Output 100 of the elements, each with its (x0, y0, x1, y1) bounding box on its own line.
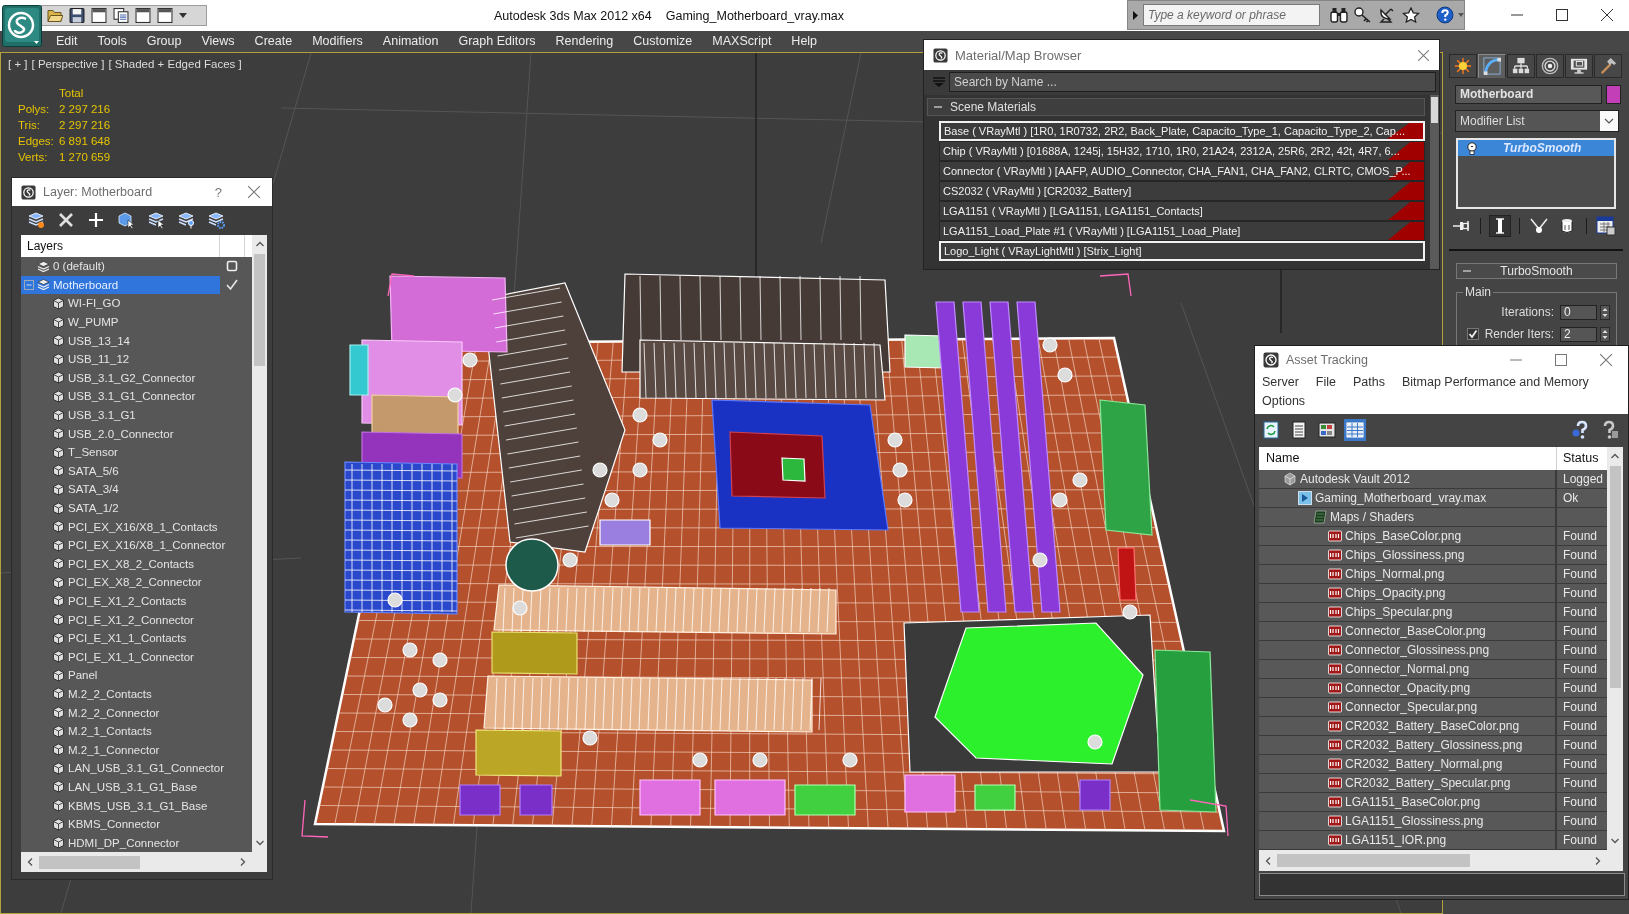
viewport-menu-label[interactable]: [ + ] (8, 57, 28, 71)
scroll-thumb[interactable] (1277, 854, 1470, 867)
refresh-icon[interactable] (1260, 419, 1282, 441)
horizontal-scrollbar[interactable] (21, 852, 252, 872)
material-item[interactable]: CS2032 ( VRayMtl ) [CR2032_Battery] (939, 181, 1425, 201)
expand-arrow-icon[interactable] (1133, 10, 1138, 20)
window-frame-icon[interactable] (157, 8, 173, 23)
layer-item[interactable]: WI-FI_GO (21, 294, 252, 313)
add-icon[interactable] (87, 211, 105, 229)
scroll-thumb[interactable] (1431, 97, 1438, 123)
layer-item[interactable]: LAN_USB_3.1_G1_Base (21, 777, 252, 797)
checkmark-icon[interactable] (226, 278, 238, 291)
scroll-left-icon[interactable] (26, 857, 34, 867)
asset-row[interactable]: Chips_Normal.png Found (1259, 565, 1607, 584)
save-icon[interactable] (69, 8, 85, 23)
layer-item[interactable]: SATA_1/2 (21, 498, 252, 518)
menu-item[interactable]: Rendering (545, 31, 624, 52)
layer-item[interactable]: Motherboard (21, 275, 220, 295)
asset-row[interactable]: CR2032_Battery_Normal.png Found (1259, 755, 1607, 774)
panel-tab[interactable] (1478, 54, 1506, 78)
asset-row[interactable]: Chips_Specular.png Found (1259, 603, 1607, 622)
asset-row[interactable]: Chips_BaseColor.png Found (1259, 527, 1607, 546)
viewport-menu-label[interactable]: [ Shaded + Edged Faces ] (108, 57, 242, 71)
search-field[interactable]: Search by Name ... (949, 71, 1436, 92)
layer-item[interactable]: KBMS_Connector (21, 814, 252, 834)
layer-item[interactable]: PCI_E_X1_2_Connector (21, 610, 252, 629)
maximize-icon[interactable] (1556, 9, 1568, 21)
square-icon[interactable] (226, 260, 238, 273)
asset-row[interactable]: CR2032_Battery_Glossiness.png Found (1259, 736, 1607, 755)
layer-item[interactable]: USB_13_14 (21, 331, 252, 350)
scroll-down-icon[interactable] (1610, 837, 1620, 845)
asset-row[interactable]: CR2032_Battery_BaseColor.png Found (1259, 717, 1607, 736)
layer-item[interactable]: M.2_1_Connector (21, 740, 252, 760)
color-swatch-icon[interactable] (1606, 85, 1621, 104)
asset-row[interactable]: Connector_Glossiness.png Found (1259, 641, 1607, 660)
panel-tab[interactable] (1536, 54, 1564, 78)
window-frame-icon[interactable] (91, 8, 107, 23)
layer-item[interactable]: USB_11_12 (21, 349, 252, 369)
cube-cursor-icon[interactable] (117, 211, 135, 229)
panel-tab[interactable] (1507, 54, 1535, 78)
spinner-arrows-icon[interactable] (1600, 326, 1610, 342)
layer-item[interactable]: PCI_EX_X8_2_Connector (21, 573, 252, 592)
layer-item[interactable]: W_PUMP (21, 312, 252, 332)
layer-item[interactable]: PCI_EX_X16/X8_1_Connector (21, 535, 252, 555)
group-header[interactable]: Scene Materials (927, 98, 1425, 116)
material-item[interactable]: Logo_Light ( VRayLightMtl ) [Strix_Light] (939, 241, 1425, 261)
asset-row[interactable]: Connector_Opacity.png Found (1259, 679, 1607, 698)
layer-item[interactable]: USB_3.1_G2_Connector (21, 368, 252, 388)
horizontal-scrollbar[interactable] (1259, 850, 1607, 871)
asset-row[interactable]: Gaming_Motherboard_vray.max Ok (1259, 489, 1607, 508)
menu-item[interactable]: Bitmap Performance and Memory (1401, 374, 1589, 390)
viewport-menu-label[interactable]: [ Perspective ] (31, 57, 105, 71)
material-item[interactable]: LGA1151_Load_Plate #1 ( VRayMtl ) [LGA1151_Load_Plate] (939, 221, 1425, 241)
material-item[interactable]: Chip ( VRayMtl ) [01688A, 1245j, 15H32, 1710, 1R0, 21A24, 2312A, 25R6, 2R2, 42t, 4R7, 6... (939, 141, 1425, 161)
scroll-up-icon[interactable] (1610, 452, 1620, 460)
material-item[interactable]: Base ( VRayMtl ) [1R0, 1R0732, 2R2, Back_Plate, Capacito_Type_1, Capacito_Type_2, Cap... (939, 121, 1425, 141)
binoculars-icon[interactable] (1330, 7, 1349, 23)
layer-item[interactable]: USB_3.1_G1_Connector (21, 387, 252, 406)
asset-row[interactable]: LGA1151_IOR.png Found (1259, 831, 1607, 850)
layer-stack-dot-icon[interactable] (27, 211, 45, 229)
star-icon[interactable] (1402, 7, 1421, 23)
layer-stack-pin-icon[interactable] (177, 211, 195, 229)
menu-item[interactable]: Customize (623, 31, 703, 52)
layer-item[interactable]: PCI_E_X1_2_Contacts (21, 591, 252, 611)
asset-row[interactable]: Chips_Opacity.png Found (1259, 584, 1607, 603)
help-button[interactable]: ? (214, 184, 222, 200)
asset-row[interactable]: Connector_Specular.png Found (1259, 698, 1607, 717)
delete-icon[interactable] (57, 211, 75, 229)
layer-item[interactable]: PCI_EX_X16/X8_1_Contacts (21, 517, 252, 536)
layer-item[interactable]: PCI_E_X1_1_Connector (21, 647, 252, 667)
menu-item[interactable]: Group (136, 31, 192, 52)
menu-item[interactable]: File (1315, 374, 1336, 390)
layer-item[interactable]: KBMS_USB_3.1_G1_Base (21, 796, 252, 815)
panel-tab[interactable] (1449, 54, 1477, 78)
asset-row[interactable]: Connector_Normal.png Found (1259, 660, 1607, 679)
folder-icon[interactable] (47, 8, 63, 23)
object-name-field[interactable]: Motherboard (1455, 85, 1602, 104)
scroll-thumb[interactable] (254, 254, 265, 366)
checkbox[interactable] (1467, 328, 1479, 340)
menu-item[interactable]: Modifiers (302, 31, 373, 52)
rollout-header[interactable]: TurboSmooth (1456, 263, 1617, 279)
layer-stack-cursor-icon[interactable] (147, 211, 165, 229)
asset-row[interactable]: Chips_Glossiness.png Found (1259, 546, 1607, 565)
menu-item[interactable]: Server (1262, 374, 1299, 390)
scroll-left-icon[interactable] (1264, 855, 1272, 866)
close-icon[interactable] (1600, 9, 1613, 21)
menu-item[interactable]: Options (1262, 393, 1306, 409)
spinner-field[interactable]: 2 (1560, 326, 1597, 342)
key-icon[interactable] (1354, 7, 1373, 23)
layer-item[interactable]: LAN_USB_3.1_G1_Connector (21, 759, 252, 778)
layer-item[interactable]: USB_3.1_G1 (21, 405, 252, 425)
asset-row[interactable]: Connector_BaseColor.png Found (1259, 622, 1607, 641)
menu-item[interactable]: Animation (372, 31, 449, 52)
layer-stack-gear-icon[interactable] (207, 211, 225, 229)
scroll-thumb[interactable] (1609, 466, 1621, 688)
menu-item[interactable]: Views (191, 31, 245, 52)
layer-item[interactable]: Panel (21, 666, 252, 685)
layer-item[interactable]: USB_2.0_Connector (21, 424, 252, 443)
menu-item[interactable]: Help (781, 31, 828, 52)
layer-item[interactable]: PCI_E_X1_1_Contacts (21, 628, 252, 648)
